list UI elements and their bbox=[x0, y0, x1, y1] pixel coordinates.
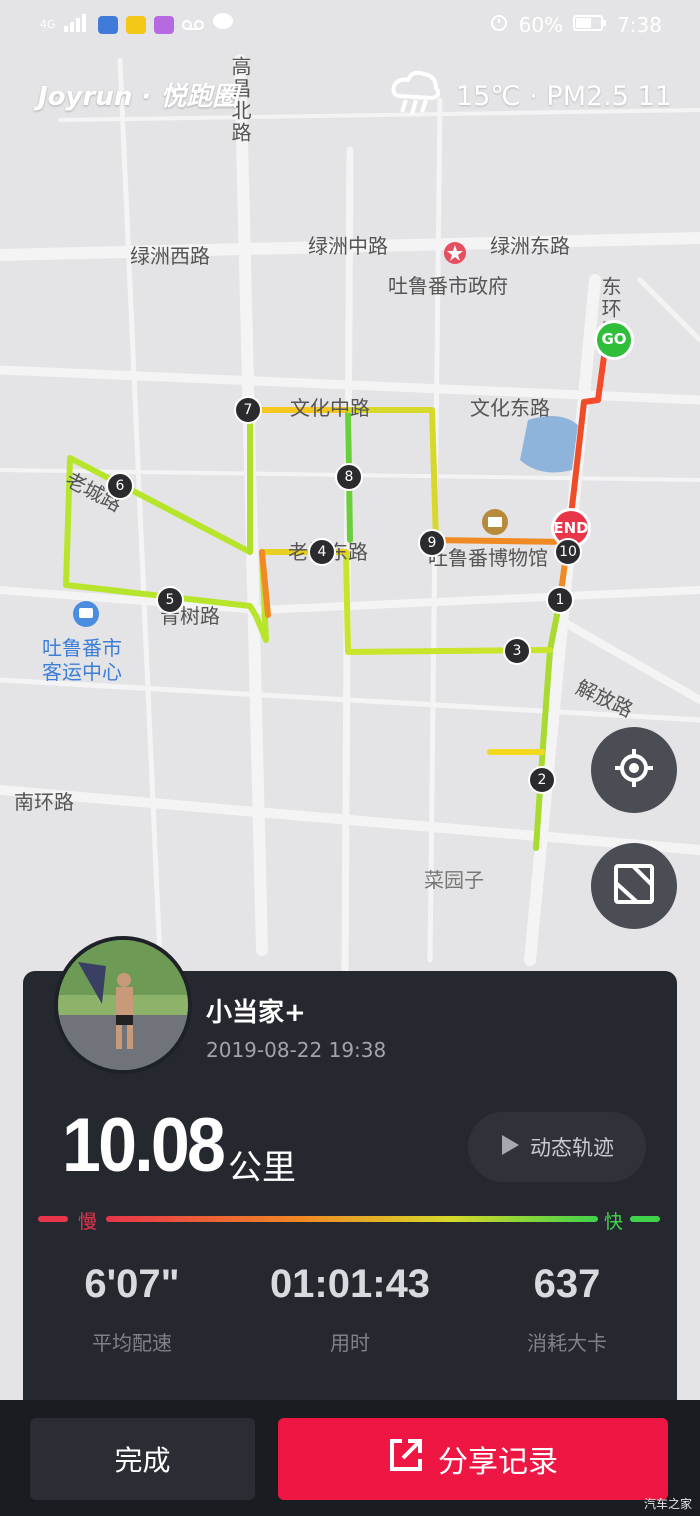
app-logo: Joyrun · 悦跑圈 bbox=[38, 82, 239, 112]
km-marker: 10 bbox=[554, 538, 582, 566]
km-marker: 2 bbox=[528, 766, 556, 794]
km-marker: 3 bbox=[503, 637, 531, 665]
slow-label: 慢 bbox=[78, 1211, 98, 1233]
stat-duration: 01:01:43 用时 bbox=[260, 1262, 440, 1356]
km-marker: 6 bbox=[106, 472, 134, 500]
clock-time: 7:38 bbox=[617, 12, 662, 37]
replay-track-button[interactable]: 动态轨迹 bbox=[468, 1112, 646, 1182]
done-button[interactable]: 完成 bbox=[30, 1418, 255, 1500]
km-marker: 4 bbox=[308, 538, 336, 566]
km-marker: 9 bbox=[418, 529, 446, 557]
rain-cloud-icon bbox=[390, 70, 442, 123]
weather-widget: 15℃ · PM2.5 11 bbox=[390, 70, 672, 123]
pace-gradient-bar bbox=[38, 1216, 660, 1222]
stat-label: 消耗大卡 bbox=[527, 1331, 607, 1355]
start-marker-label: GO bbox=[601, 330, 627, 348]
battery-icon bbox=[573, 13, 607, 37]
share-icon bbox=[388, 1437, 424, 1481]
stat-label: 平均配速 bbox=[92, 1331, 172, 1355]
km-marker: 5 bbox=[156, 586, 184, 614]
stat-value: 6'07" bbox=[84, 1262, 180, 1306]
share-record-button[interactable]: 分享记录 bbox=[278, 1418, 668, 1500]
app-notification-icon bbox=[125, 15, 146, 34]
stat-label: 用时 bbox=[330, 1331, 370, 1355]
avatar[interactable] bbox=[54, 936, 192, 1074]
stat-avg-pace: 6'07" 平均配速 bbox=[42, 1262, 222, 1356]
locate-button[interactable] bbox=[591, 727, 677, 813]
watermark: 汽车之家 bbox=[643, 1497, 692, 1511]
username: 小当家+ bbox=[206, 998, 306, 1028]
video-app-icon bbox=[153, 15, 174, 34]
stat-value: 637 bbox=[533, 1262, 601, 1306]
play-icon bbox=[500, 1134, 520, 1161]
share-label: 分享记录 bbox=[438, 1445, 558, 1480]
km-marker: 7 bbox=[234, 396, 262, 424]
voicemail-icon bbox=[181, 13, 204, 37]
battery-percent: 60% bbox=[518, 12, 564, 37]
stat-value: 01:01:43 bbox=[269, 1262, 431, 1306]
network-type: 4G bbox=[40, 18, 56, 31]
done-label: 完成 bbox=[114, 1444, 171, 1477]
distance-unit: 公里 bbox=[228, 1148, 296, 1188]
km-marker: 8 bbox=[335, 463, 363, 491]
stat-calories: 637 消耗大卡 bbox=[477, 1262, 657, 1356]
km-marker: 1 bbox=[546, 586, 574, 614]
crosshair-icon bbox=[613, 747, 655, 793]
end-marker-label: END bbox=[553, 519, 589, 537]
alarm-icon bbox=[489, 12, 509, 37]
record-datetime: 2019-08-22 19:38 bbox=[206, 1038, 387, 1062]
weather-text: 15℃ · PM2.5 11 bbox=[456, 81, 672, 112]
pace-legend: 慢 快 bbox=[38, 1205, 662, 1233]
status-bar: 4G 60% 7:38 bbox=[0, 0, 700, 50]
replay-label: 动态轨迹 bbox=[530, 1136, 614, 1160]
signal-icon bbox=[63, 13, 90, 37]
map-style-button[interactable] bbox=[591, 843, 677, 929]
app-notification-icon bbox=[97, 15, 118, 34]
avatar-photo bbox=[58, 940, 188, 1070]
distance-value: 10.08 bbox=[62, 1103, 226, 1188]
fast-label: 快 bbox=[604, 1211, 624, 1233]
image-frame-icon bbox=[613, 863, 655, 909]
chat-bubble-icon bbox=[212, 12, 234, 37]
